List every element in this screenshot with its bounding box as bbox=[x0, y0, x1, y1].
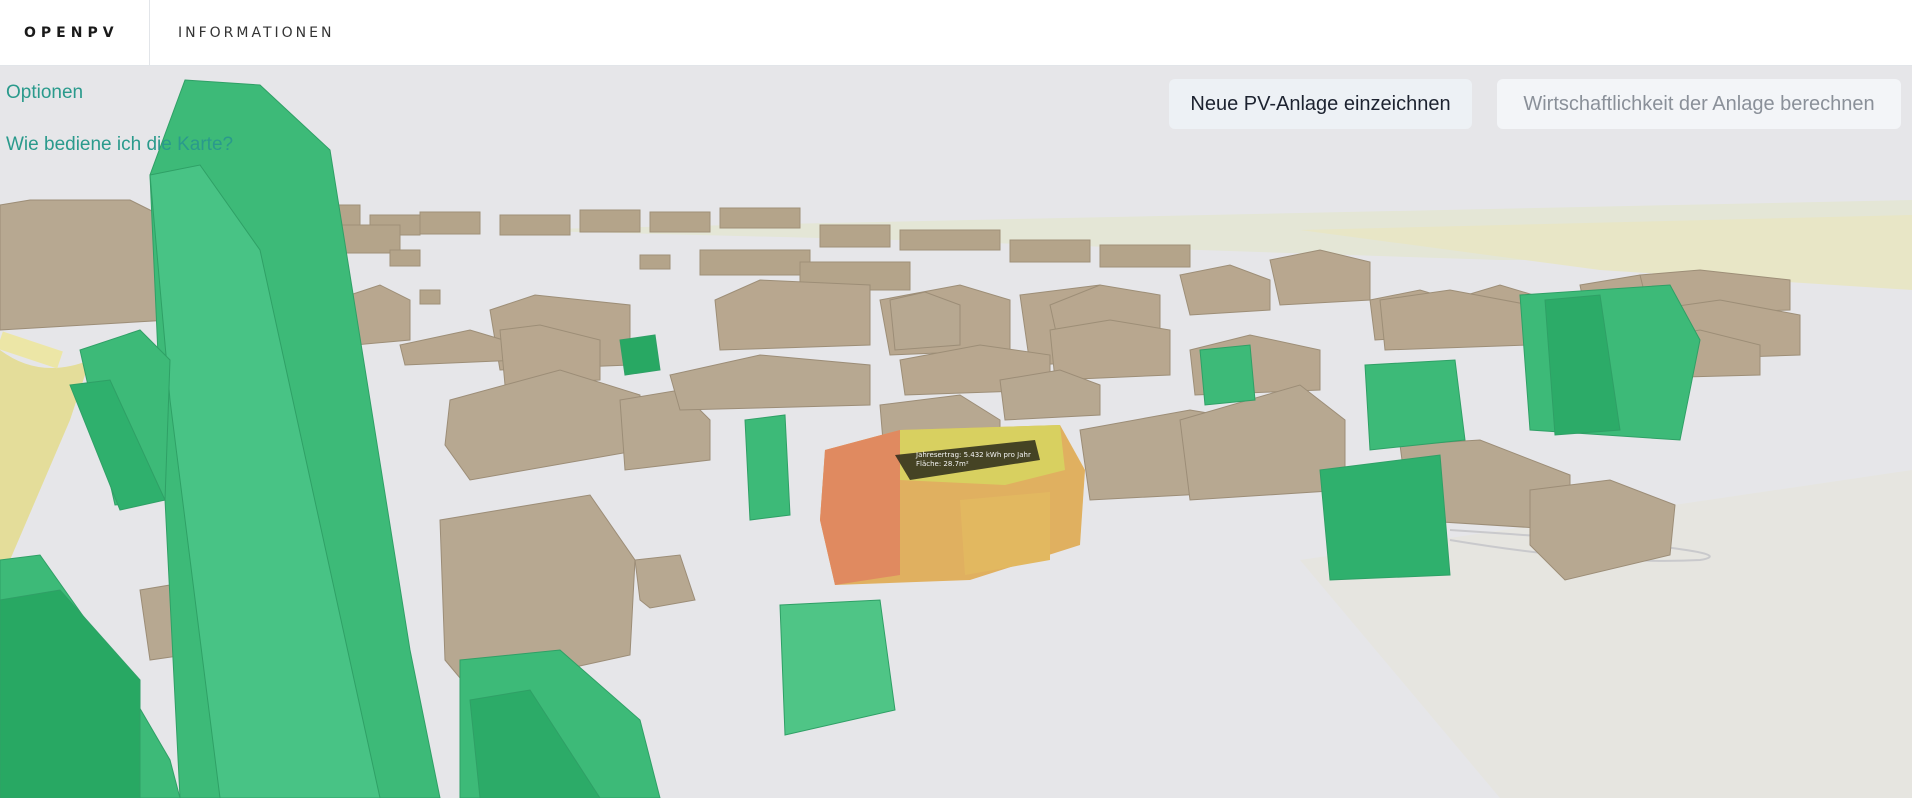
map-3d-view[interactable] bbox=[0, 66, 1912, 798]
brand-logo[interactable]: OPENPV bbox=[0, 0, 150, 66]
draw-pv-system-button[interactable]: Neue PV-Anlage einzeichnen bbox=[1169, 79, 1472, 129]
roof-area-text: Fläche: 28.7m² bbox=[916, 460, 969, 468]
options-link[interactable]: Optionen bbox=[6, 82, 83, 104]
nav-informationen[interactable]: INFORMATIONEN bbox=[150, 25, 334, 41]
building-yield-tooltip: Jahresertrag: 5.432 kWh pro Jahr Fläche:… bbox=[916, 451, 1031, 469]
calculate-economics-button[interactable]: Wirtschaftlichkeit der Anlage berechnen bbox=[1497, 79, 1901, 129]
top-navigation: OPENPV INFORMATIONEN bbox=[0, 0, 1912, 66]
annual-yield-text: Jahresertrag: 5.432 kWh pro Jahr bbox=[916, 451, 1031, 459]
map-help-link[interactable]: Wie bediene ich die Karte? bbox=[6, 134, 233, 156]
